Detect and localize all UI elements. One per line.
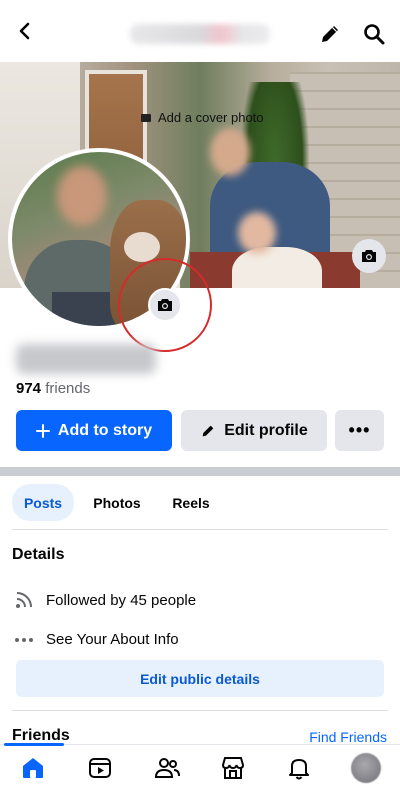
followed-by-row: Followed by 45 people (14, 590, 196, 610)
cover-person (232, 247, 322, 288)
friends-icon[interactable] (152, 753, 182, 783)
profile-avatar[interactable] (351, 753, 381, 783)
cover-face (238, 212, 276, 254)
more-icon: ••• (348, 420, 371, 440)
marketplace-icon[interactable] (218, 753, 248, 783)
details-heading: Details (12, 546, 65, 563)
top-bar (0, 0, 400, 62)
profile-name (16, 344, 156, 374)
cover-camera-button[interactable] (352, 239, 386, 273)
rss-icon (16, 592, 32, 608)
add-cover-label: Add a cover photo (158, 110, 264, 125)
friends-count[interactable]: 974 friends (16, 380, 90, 397)
friends-number: 974 (16, 380, 42, 397)
see-about-info-text: See Your About Info (46, 631, 179, 648)
more-options-button[interactable]: ••• (335, 410, 384, 451)
video-icon[interactable] (85, 753, 115, 783)
avatar-dog-snout (124, 232, 160, 262)
camera-icon (158, 299, 172, 311)
add-to-story-label: Add to story (57, 421, 153, 439)
edit-public-details-button[interactable]: Edit public details (16, 660, 384, 697)
see-about-info-row[interactable]: See Your About Info (14, 631, 179, 648)
divider (12, 529, 388, 530)
avatar-face (57, 166, 107, 226)
cover-face (210, 128, 250, 176)
plus-icon (35, 423, 50, 438)
active-tab-indicator (4, 743, 64, 746)
tab-posts[interactable]: Posts (12, 484, 74, 521)
camera-icon (362, 250, 376, 262)
edit-profile-label: Edit profile (224, 421, 308, 439)
profile-camera-button[interactable] (148, 288, 182, 322)
tab-photos[interactable]: Photos (84, 484, 150, 521)
edit-profile-button[interactable]: Edit profile (181, 410, 327, 451)
divider (12, 710, 388, 711)
profile-name-title (130, 24, 270, 44)
add-to-story-button[interactable]: Add to story (16, 410, 172, 451)
tab-reels[interactable]: Reels (162, 484, 220, 521)
bottom-navigation (0, 743, 400, 785)
friends-label: friends (45, 380, 91, 397)
search-icon[interactable] (362, 22, 388, 48)
pencil-icon[interactable] (318, 22, 342, 46)
section-divider (0, 467, 400, 476)
followed-by-text: Followed by 45 people (46, 591, 197, 609)
back-icon[interactable] (12, 18, 38, 44)
home-icon[interactable] (18, 753, 48, 783)
add-cover-photo-button[interactable]: Add a cover photo (140, 110, 264, 125)
pencil-icon (202, 425, 214, 436)
more-dots-icon (15, 637, 33, 642)
find-friends-link[interactable]: Find Friends (309, 729, 387, 745)
photo-icon (141, 113, 151, 122)
bell-icon[interactable] (284, 753, 314, 783)
